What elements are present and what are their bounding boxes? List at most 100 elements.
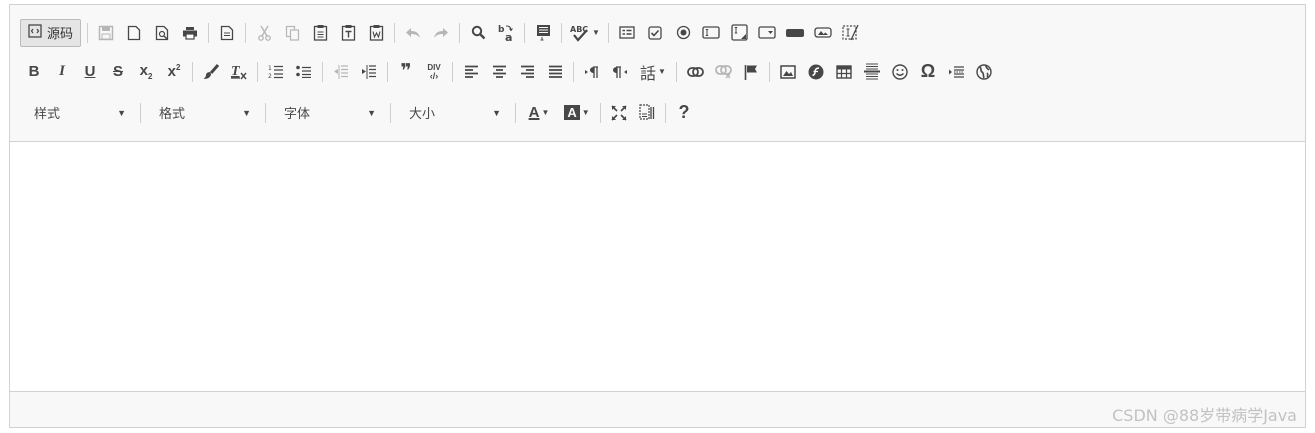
subscript-button[interactable]: x2 <box>132 58 160 86</box>
align-right-button[interactable] <box>513 58 541 86</box>
subscript-icon: x2 <box>139 62 153 81</box>
format-label: 格式 <box>159 106 186 121</box>
checkbox-button[interactable] <box>641 19 669 47</box>
separator <box>608 22 610 43</box>
cut-button[interactable] <box>250 19 278 47</box>
editor-toolbar: 源码 ba ABC ▼ B I U S x2 x2 T 1 2 ❞ DIV ‹/… <box>10 5 1305 142</box>
about-button[interactable]: ? <box>670 99 698 127</box>
bulleted-list-button[interactable] <box>290 58 318 86</box>
superscript-button[interactable]: x2 <box>160 58 188 86</box>
iframe-button[interactable] <box>970 58 998 86</box>
indent-button[interactable] <box>355 58 383 86</box>
find-button[interactable] <box>464 19 492 47</box>
save-button[interactable] <box>92 19 120 47</box>
maximize-button[interactable] <box>605 99 633 127</box>
select-field-icon <box>758 26 776 39</box>
paste-button[interactable] <box>306 19 334 47</box>
strikethrough-icon: S <box>112 63 123 80</box>
language-button[interactable]: 話 ▼ <box>634 58 672 86</box>
align-center-button[interactable] <box>485 58 513 86</box>
button-field-icon <box>786 28 805 38</box>
hidden-field-button[interactable] <box>837 19 865 47</box>
bold-button[interactable]: B <box>20 58 48 86</box>
horizontal-rule-button[interactable] <box>858 58 886 86</box>
rtl-icon <box>612 65 628 79</box>
text-field-button[interactable] <box>697 19 725 47</box>
chevron-down-icon: ▼ <box>592 28 600 37</box>
paste-from-word-button[interactable] <box>362 19 390 47</box>
text-color-icon: A <box>528 104 540 121</box>
paste-icon <box>313 24 328 41</box>
align-right-icon <box>520 65 535 78</box>
flash-button[interactable] <box>802 58 830 86</box>
form-icon <box>619 26 635 39</box>
align-left-icon <box>464 65 479 78</box>
justify-button[interactable] <box>541 58 569 86</box>
preview-button[interactable] <box>148 19 176 47</box>
language-icon: 話 <box>640 65 657 83</box>
table-icon <box>836 64 852 79</box>
rich-text-editor: 源码 ba ABC ▼ B I U S x2 x2 T 1 2 ❞ DIV ‹/… <box>9 4 1306 428</box>
search-icon <box>471 25 486 40</box>
chevron-down-icon: ▼ <box>367 107 376 118</box>
styles-dropdown[interactable]: 样式 ▼ <box>20 99 136 127</box>
new-page-button[interactable] <box>120 19 148 47</box>
remove-format-button[interactable]: T <box>225 58 253 86</box>
numbered-list-button[interactable]: 12 <box>262 58 290 86</box>
page-break-button[interactable] <box>942 58 970 86</box>
separator <box>390 102 391 123</box>
ltr-button[interactable] <box>578 58 606 86</box>
show-blocks-button[interactable] <box>633 99 661 127</box>
link-button[interactable] <box>681 58 709 86</box>
separator <box>769 61 770 82</box>
anchor-button[interactable] <box>737 58 765 86</box>
format-dropdown[interactable]: 格式 ▼ <box>145 99 261 127</box>
omega-icon: Ω <box>920 61 936 81</box>
redo-button[interactable] <box>427 19 455 47</box>
italic-button[interactable]: I <box>48 58 76 86</box>
bg-color-button[interactable]: A ▼ <box>558 99 596 127</box>
spellcheck-button[interactable]: ABC ▼ <box>566 19 604 47</box>
text-color-button[interactable]: A ▼ <box>520 99 558 127</box>
editor-content-area[interactable] <box>10 142 1305 392</box>
blockquote-button[interactable]: ❞ <box>392 58 420 86</box>
globe-icon <box>976 63 992 80</box>
strikethrough-button[interactable]: S <box>104 58 132 86</box>
align-left-button[interactable] <box>457 58 485 86</box>
separator <box>394 22 396 43</box>
select-field-button[interactable] <box>753 19 781 47</box>
svg-text:T: T <box>231 64 241 79</box>
unlink-icon <box>714 64 732 79</box>
font-dropdown[interactable]: 字体 ▼ <box>270 99 386 127</box>
form-button[interactable] <box>613 19 641 47</box>
separator <box>665 102 666 123</box>
rtl-button[interactable] <box>606 58 634 86</box>
size-dropdown[interactable]: 大小 ▼ <box>395 99 511 127</box>
form-button-button[interactable] <box>781 19 809 47</box>
replace-button[interactable]: ba <box>492 19 520 47</box>
paste-text-icon <box>341 24 356 41</box>
smiley-button[interactable] <box>886 58 914 86</box>
underline-icon: U <box>84 63 96 80</box>
image-button-button[interactable] <box>809 19 837 47</box>
outdent-button[interactable] <box>327 58 355 86</box>
special-char-button[interactable]: Ω <box>914 58 942 86</box>
source-label: 源码 <box>47 26 74 41</box>
table-button[interactable] <box>830 58 858 86</box>
paste-text-button[interactable] <box>334 19 362 47</box>
image-button[interactable] <box>774 58 802 86</box>
show-blocks-icon <box>639 104 655 121</box>
radio-button[interactable] <box>669 19 697 47</box>
templates-button[interactable] <box>213 19 241 47</box>
underline-button[interactable]: U <box>76 58 104 86</box>
undo-button[interactable] <box>399 19 427 47</box>
textarea-button[interactable] <box>725 19 753 47</box>
print-button[interactable] <box>176 19 204 47</box>
source-button[interactable]: 源码 <box>20 18 82 47</box>
unlink-button[interactable] <box>709 58 737 86</box>
create-div-button[interactable]: DIV ‹/› <box>420 58 448 86</box>
separator <box>322 61 323 82</box>
copy-button[interactable] <box>278 19 306 47</box>
select-all-button[interactable] <box>529 19 557 47</box>
copy-format-button[interactable] <box>197 58 225 86</box>
